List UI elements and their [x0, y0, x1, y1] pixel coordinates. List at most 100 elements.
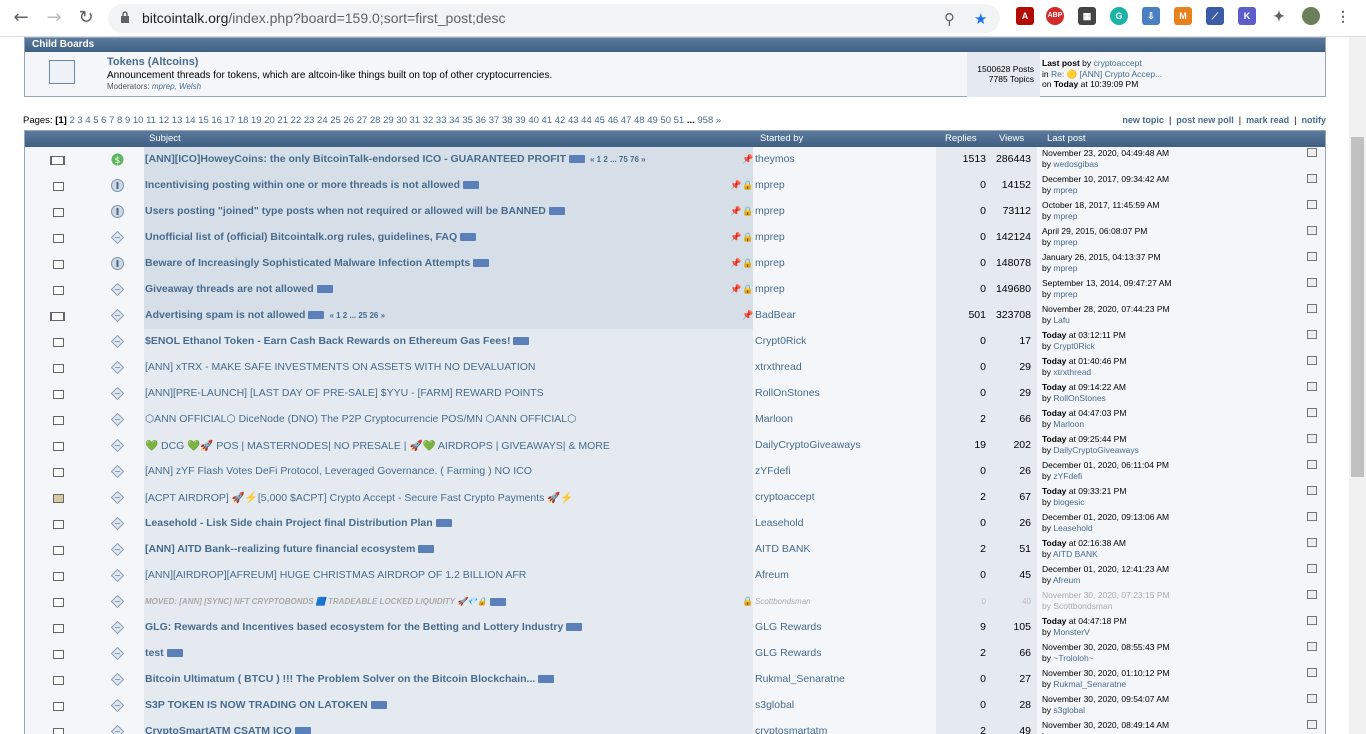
starter-link[interactable]: DailyCryptoGiveaways: [755, 439, 861, 451]
last-post-user-link[interactable]: mprep: [1053, 185, 1077, 195]
notify-button[interactable]: notify: [1302, 115, 1327, 125]
last-post-user-link[interactable]: Afreum: [1053, 575, 1080, 585]
replies-header[interactable]: Replies: [945, 133, 977, 144]
starter-link[interactable]: zYFdefi: [755, 465, 791, 477]
last-post-user-link[interactable]: ~Trololoh~: [1053, 653, 1093, 663]
board-name-link[interactable]: Tokens (Altcoins): [107, 56, 198, 68]
topic-link[interactable]: [ANN] AITD Bank--realizing future financ…: [145, 543, 435, 555]
last-post-icon[interactable]: [1307, 668, 1317, 677]
pdf-extension-icon[interactable]: A: [1016, 7, 1034, 25]
last-post-icon[interactable]: [1307, 382, 1317, 391]
last-post-user-link[interactable]: biogesic: [1053, 497, 1084, 507]
starter-link[interactable]: s3global: [755, 699, 794, 711]
last-post-icon[interactable]: [1307, 694, 1317, 703]
back-icon[interactable]: ←: [9, 7, 33, 29]
zoom-icon[interactable]: ⚲: [944, 10, 955, 28]
last-post-user-link[interactable]: RollOnStones: [1053, 393, 1105, 403]
new-badge-icon[interactable]: [294, 727, 311, 734]
new-badge-icon[interactable]: [538, 675, 555, 684]
last-post-user-link[interactable]: Lafu: [1053, 315, 1070, 325]
bookmark-star-icon[interactable]: ★: [974, 10, 987, 28]
qr-extension-icon[interactable]: ▦: [1078, 7, 1096, 25]
mark-read-button[interactable]: mark read: [1246, 115, 1289, 125]
last-post-user-link[interactable]: AITD BANK: [1053, 549, 1098, 559]
last-post-icon[interactable]: [1307, 148, 1317, 157]
new-badge-icon[interactable]: [316, 285, 333, 294]
new-badge-icon[interactable]: [568, 155, 585, 164]
starter-link[interactable]: mprep: [755, 257, 785, 269]
avatar[interactable]: [1302, 7, 1320, 25]
topic-link[interactable]: test: [145, 647, 183, 659]
last-post-icon[interactable]: [1307, 304, 1317, 313]
last-post-icon[interactable]: [1307, 720, 1317, 729]
topic-link[interactable]: MOVED: [ANN] [SYNC] NFT CRYPTOBONDS 🟦 TR…: [145, 597, 507, 606]
last-post-user-link[interactable]: wedosgibas: [1053, 159, 1098, 169]
topic-link[interactable]: [ANN] zYF Flash Votes DeFi Protocol, Lev…: [145, 465, 532, 477]
puzzle-extensions-icon[interactable]: ✦: [1270, 7, 1288, 25]
new-badge-icon[interactable]: [418, 545, 435, 554]
new-badge-icon[interactable]: [566, 623, 583, 632]
starter-link[interactable]: Afreum: [755, 569, 789, 581]
starter-link[interactable]: theymos: [755, 153, 795, 165]
last-post-topic-link[interactable]: Re: 🟡 [ANN] Crypto Accep...: [1051, 69, 1162, 79]
last-post-header[interactable]: Last post: [1047, 133, 1086, 144]
last-post-icon[interactable]: [1307, 226, 1317, 235]
topic-link[interactable]: ⬡ANN OFFICIAL⬡ DiceNode (DNO) The P2P Cr…: [145, 413, 576, 425]
starter-link[interactable]: Marloon: [755, 413, 793, 425]
topic-link[interactable]: Bitcoin Ultimatum ( BTCU ) !!! The Probl…: [145, 673, 555, 685]
last-post-user-link[interactable]: DailyCryptoGiveaways: [1053, 445, 1139, 455]
last-post-user-link[interactable]: mprep: [1053, 237, 1077, 247]
topic-link[interactable]: Beware of Increasingly Sophisticated Mal…: [145, 257, 490, 269]
starter-link[interactable]: GLG Rewards: [755, 621, 822, 633]
starter-link[interactable]: Leasehold: [755, 517, 803, 529]
forward-icon[interactable]: →: [42, 7, 66, 29]
last-post-icon[interactable]: [1307, 252, 1317, 261]
last-post-user-link[interactable]: Rukmal_Senaratne: [1053, 679, 1126, 689]
topic-link[interactable]: Incentivising posting within one or more…: [145, 179, 480, 191]
starter-link[interactable]: GLG Rewards: [755, 647, 822, 659]
topic-link[interactable]: $ENOL Ethanol Token - Earn Cash Back Rew…: [145, 335, 530, 347]
board-icon[interactable]: [49, 60, 75, 84]
starter-link[interactable]: cryptoaccept: [755, 491, 815, 503]
new-topic-button[interactable]: new topic: [1122, 115, 1164, 125]
last-post-icon[interactable]: [1307, 200, 1317, 209]
topic-link[interactable]: Leasehold - Lisk Side chain Project fina…: [145, 517, 452, 529]
address-bar[interactable]: bitcointalk.org/index.php?board=159.0;so…: [108, 4, 1000, 33]
starter-link[interactable]: cryptosmartatm: [755, 725, 827, 734]
reload-icon[interactable]: ↻: [74, 7, 98, 29]
topic-link[interactable]: [ANN] xTRX - MAKE SAFE INVESTMENTS ON AS…: [145, 361, 536, 373]
new-badge-icon[interactable]: [473, 259, 490, 268]
last-post-user-link[interactable]: MonsterV: [1053, 627, 1089, 637]
topic-link[interactable]: Giveaway threads are not allowed: [145, 283, 333, 295]
starter-link[interactable]: AITD BANK: [755, 543, 810, 555]
starter-link[interactable]: RollOnStones: [755, 387, 820, 399]
topic-link[interactable]: GLG: Rewards and Incentives based ecosys…: [145, 621, 583, 633]
last-post-user-link[interactable]: s3global: [1053, 705, 1085, 715]
starter-link[interactable]: Crypt0Rick: [755, 335, 806, 347]
starter-link[interactable]: Scottbondsman: [755, 597, 811, 606]
starter-link[interactable]: mprep: [755, 231, 785, 243]
new-badge-icon[interactable]: [370, 701, 387, 710]
last-post-icon[interactable]: [1307, 590, 1317, 599]
page-links[interactable]: 2 3 4 5 6 7 8 9 10 11 12 13 14 15 16 17 …: [69, 115, 684, 126]
last-post-icon[interactable]: [1307, 174, 1317, 183]
last-post-icon[interactable]: [1307, 434, 1317, 443]
extension-icon[interactable]: ⟋: [1206, 7, 1224, 25]
next-page-link[interactable]: »: [716, 115, 721, 126]
new-badge-icon[interactable]: [548, 207, 565, 216]
last-post-icon[interactable]: [1307, 278, 1317, 287]
new-poll-button[interactable]: post new poll: [1176, 115, 1234, 125]
new-badge-icon[interactable]: [513, 337, 530, 346]
topic-link[interactable]: [ANN][AIRDROP][AFREUM] HUGE CHRISTMAS AI…: [145, 569, 526, 581]
last-post-user-link[interactable]: mprep: [1053, 211, 1077, 221]
topic-pages[interactable]: « 1 2 ... 75 76 »: [590, 155, 646, 164]
last-post-user-link[interactable]: Crypt0Rick: [1053, 341, 1095, 351]
last-post-icon[interactable]: [1307, 512, 1317, 521]
topic-link[interactable]: 💚 DCG 💚🚀 POS | MASTERNODES| NO PRESALE |…: [145, 439, 610, 452]
topic-link[interactable]: S3P TOKEN IS NOW TRADING ON LATOKEN: [145, 699, 387, 711]
started-by-header[interactable]: Started by: [760, 133, 803, 144]
topic-link[interactable]: CryptoSmartATM CSATM ICO: [145, 725, 311, 734]
last-post-user-link[interactable]: Marloon: [1053, 419, 1084, 429]
last-post-user-link[interactable]: zYFdefi: [1053, 471, 1082, 481]
last-post-user-link[interactable]: Scottbondsman: [1053, 601, 1112, 611]
